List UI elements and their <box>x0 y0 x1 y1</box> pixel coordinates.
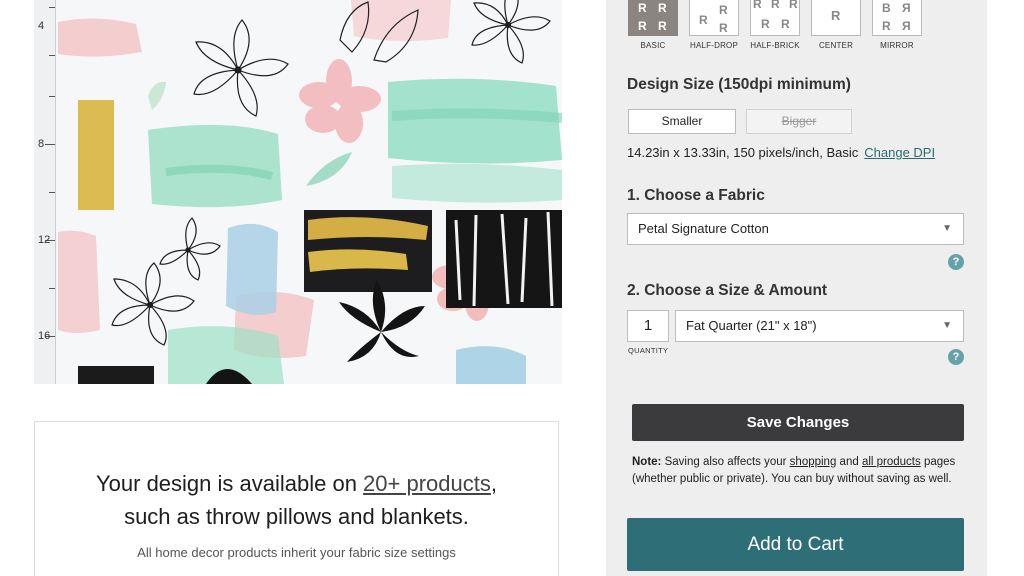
ruler-label: 4 <box>38 20 45 32</box>
fabric-select-value: Petal Signature Cotton <box>638 221 769 236</box>
ruler-label: 16 <box>38 330 51 342</box>
chevron-down-icon: ▼ <box>942 320 952 331</box>
save-note: Note: Saving also affects your shopping … <box>632 454 972 488</box>
ruler-tick <box>49 55 55 56</box>
fabric-pattern-image <box>56 0 562 384</box>
svg-text:R: R <box>638 1 647 15</box>
choose-fabric-title: 1. Choose a Fabric <box>627 187 765 204</box>
svg-text:R: R <box>771 0 780 11</box>
svg-text:Я: Я <box>902 1 911 15</box>
size-select[interactable]: Fat Quarter (21" x 18") ▼ <box>675 310 964 342</box>
headline-prefix: Your design is available on <box>96 471 364 496</box>
quantity-input[interactable]: 1 <box>627 310 669 342</box>
svg-text:R: R <box>781 17 790 31</box>
repeat-option-half-brick[interactable]: R R R R R HALF-BRICK <box>749 0 801 50</box>
svg-text:R: R <box>753 0 762 11</box>
smaller-button[interactable]: Smaller <box>628 109 736 134</box>
svg-text:R: R <box>761 17 770 31</box>
repeat-mirror-icon: B Я R Я <box>872 0 922 36</box>
repeat-label: CENTER <box>818 41 854 50</box>
note-text: and <box>836 456 862 468</box>
note-text: Saving also affects your <box>661 456 790 468</box>
shopping-link[interactable]: shopping <box>790 456 837 468</box>
ruler-tick <box>45 144 55 145</box>
repeat-label: HALF-DROP <box>689 41 739 50</box>
svg-text:R: R <box>882 19 891 33</box>
ruler-label: 8 <box>38 138 45 150</box>
ruler-tick <box>49 288 55 289</box>
svg-text:R: R <box>719 21 728 35</box>
add-to-cart-button[interactable]: Add to Cart <box>627 518 964 571</box>
products-subtext: All home decor products inherit your fab… <box>137 545 456 560</box>
design-options-panel: R R R R BASIC R R R HALF-DROP R R R R R … <box>606 0 987 576</box>
note-label: Note: <box>632 456 662 468</box>
products-link[interactable]: 20+ products <box>363 471 491 496</box>
svg-text:R: R <box>719 3 728 17</box>
repeat-center-icon: R <box>811 0 861 36</box>
svg-text:B: B <box>882 1 891 15</box>
ruler-label: 12 <box>38 234 51 246</box>
chevron-down-icon: ▼ <box>942 223 952 234</box>
repeat-option-mirror[interactable]: B Я R Я MIRROR <box>871 0 923 50</box>
ruler-tick <box>49 96 55 97</box>
svg-text:R: R <box>831 8 841 23</box>
size-select-value: Fat Quarter (21" x 18") <box>686 318 817 333</box>
design-size-title: Design Size (150dpi minimum) <box>627 76 851 93</box>
svg-text:R: R <box>789 0 798 11</box>
repeat-label: HALF-BRICK <box>750 41 800 50</box>
repeat-option-basic[interactable]: R R R R BASIC <box>627 0 679 50</box>
svg-text:Я: Я <box>902 19 911 33</box>
repeat-label: BASIC <box>640 41 666 50</box>
save-changes-button[interactable]: Save Changes <box>632 404 964 441</box>
size-info-text: 14.23in x 13.33in, 150 pixels/inch, Basi… <box>627 145 859 160</box>
design-size-info: 14.23in x 13.33in, 150 pixels/inch, Basi… <box>627 145 935 160</box>
vertical-ruler: 4 8 12 16 <box>34 0 56 384</box>
products-headline: Your design is available on 20+ products… <box>35 467 558 533</box>
size-help-icon[interactable]: ? <box>948 349 964 365</box>
quantity-label: QUANTITY <box>628 346 669 355</box>
repeat-label: MIRROR <box>880 41 914 50</box>
svg-text:R: R <box>638 19 647 33</box>
products-availability-card: Your design is available on 20+ products… <box>34 421 559 576</box>
fabric-help-icon[interactable]: ? <box>948 254 964 270</box>
repeat-type-selector: R R R R BASIC R R R HALF-DROP R R R R R … <box>627 0 927 52</box>
repeat-half-drop-icon: R R R <box>689 0 739 36</box>
headline-suffix: , <box>490 471 497 496</box>
choose-size-title: 2. Choose a Size & Amount <box>627 282 828 299</box>
svg-text:R: R <box>658 19 667 33</box>
all-products-link[interactable]: all products <box>862 456 921 468</box>
headline-line2: such as throw pillows and blankets. <box>124 504 469 529</box>
bigger-button[interactable]: Bigger <box>746 109 852 134</box>
fabric-select[interactable]: Petal Signature Cotton ▼ <box>627 213 964 245</box>
repeat-basic-icon: R R R R <box>628 0 678 36</box>
svg-text:R: R <box>658 1 667 15</box>
svg-text:R: R <box>699 13 708 27</box>
change-dpi-link[interactable]: Change DPI <box>864 145 935 160</box>
repeat-option-center[interactable]: R CENTER <box>810 0 862 50</box>
ruler-tick <box>49 192 55 193</box>
repeat-half-brick-icon: R R R R R <box>750 0 800 36</box>
ruler-tick <box>49 7 55 8</box>
repeat-option-half-drop[interactable]: R R R HALF-DROP <box>688 0 740 50</box>
fabric-preview: 4 8 12 16 <box>34 0 562 384</box>
